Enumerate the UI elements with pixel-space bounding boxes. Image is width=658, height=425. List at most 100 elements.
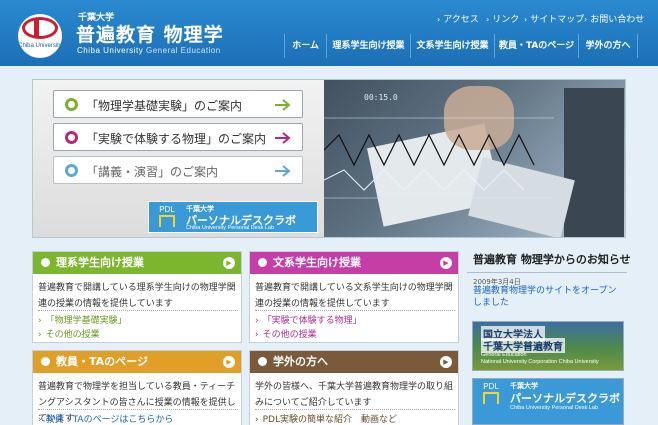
box-text: 学外の皆様へ、千葉大学普遍教育物理学の取り組みについてご紹介しています: [255, 382, 454, 408]
util-link-label: アクセス: [443, 15, 479, 25]
box-title: 理系学生向け授業: [56, 256, 144, 269]
arrow-icon: ›: [255, 415, 259, 425]
box-link[interactable]: › 「実験で体験する物理」: [255, 313, 362, 326]
box-header[interactable]: 学外の方へ ▶: [250, 351, 458, 373]
arrow-icon: ›: [437, 15, 441, 24]
banner-line2: 千葉大学普遍教育: [481, 338, 565, 353]
pdl-logo: PDL: [155, 205, 179, 231]
arrow-icon: ›: [486, 15, 490, 24]
photo-readout: 00:15.0: [364, 93, 398, 102]
arrow-icon: ›: [524, 15, 528, 24]
logo-text: Chiba University: [18, 43, 62, 49]
util-link-label: サイトマップ: [530, 15, 585, 25]
divider: [255, 409, 455, 410]
circle-icon: [65, 131, 78, 144]
box-text: 普遍教育で開講している文系学生向けの物理学関連の授業の情報を提供しています: [255, 283, 453, 309]
box-header[interactable]: 教員・TAのページ ▶: [33, 351, 241, 373]
box-link[interactable]: › PDL実験の簡単な紹介 動画など: [255, 412, 397, 425]
bullet-icon: [258, 357, 267, 366]
box-link-label: その他の授業: [45, 330, 100, 340]
box-link[interactable]: › その他の授業: [38, 327, 100, 340]
pdl-logo-text: PDL: [483, 382, 499, 391]
hero-button-label: 「実験で体験する物理」のご案内: [86, 132, 267, 146]
arrow-icon: ›: [38, 415, 42, 425]
hero-button-lectures[interactable]: 「講義・演習」のご案内: [53, 156, 303, 184]
pdl-icon: [483, 392, 499, 404]
site-title[interactable]: 普遍教育 物理学: [76, 20, 224, 47]
hero-photo: 00:15.0: [324, 80, 625, 237]
news-heading: 普遍教育 物理学からのお知らせ: [473, 253, 631, 266]
play-arrow-icon: ▶: [223, 257, 235, 269]
pdl-english: Chiba University Personal Desk Lab: [510, 405, 599, 411]
divider: [38, 310, 238, 311]
bullet-icon: [41, 258, 50, 267]
box-header[interactable]: 理系学生向け授業 ▶: [33, 252, 241, 274]
hero-button-basic-experiments[interactable]: 「物理学基礎実験」のご案内: [53, 90, 303, 118]
right-arrow-icon: [275, 132, 291, 144]
nav-science-courses[interactable]: 理系学生向け授業: [326, 34, 410, 58]
arrow-icon: ›: [38, 330, 42, 340]
science-courses-box: 理系学生向け授業 ▶ 普遍教育で開講している理系学生向けの物理学関連の授業の情報を…: [32, 251, 242, 343]
right-arrow-icon: [275, 165, 291, 177]
nav-home[interactable]: ホーム: [284, 34, 326, 58]
play-arrow-icon: ▶: [223, 356, 235, 368]
faculty-ta-box: 教員・TAのページ ▶ 普遍教育で物理学を担当している教員・ティーチングアシスタン…: [32, 350, 242, 425]
bullet-icon: [258, 258, 267, 267]
circle-icon: [65, 164, 78, 177]
pdl-title: パーソナルデスクラボ: [510, 392, 620, 405]
nav-faculty-ta[interactable]: 教員・TAのページ: [494, 34, 578, 58]
nav-public[interactable]: 学外の方へ: [578, 34, 638, 58]
arrow-icon: ›: [255, 330, 259, 340]
pdl-banner[interactable]: PDL 千葉大学 パーソナルデスクラボ Chiba University Per…: [148, 201, 318, 233]
box-link-label: 「物理学基礎実験」: [45, 316, 127, 326]
box-link-label: PDL実験の簡単な紹介 動画など: [262, 415, 397, 425]
hero-button-label: 「講義・演習」のご案内: [86, 165, 219, 179]
waveform-graphic: 00:15.0: [324, 93, 554, 199]
divider: [255, 310, 455, 311]
box-title: 学外の方へ: [273, 355, 328, 368]
nav-humanities-courses[interactable]: 文系学生向け授業: [410, 34, 494, 58]
box-link-label: 教員・TAのページはこちらから: [45, 415, 174, 425]
pdl-logo: PDL: [479, 382, 503, 408]
hero-button-experience-physics[interactable]: 「実験で体験する物理」のご案内: [53, 123, 303, 151]
hero-button-label: 「物理学基礎実験」のご案内: [86, 99, 243, 113]
box-title: 教員・TAのページ: [56, 355, 148, 368]
news-divider: [467, 272, 627, 273]
play-arrow-icon: ▶: [440, 356, 452, 368]
box-link[interactable]: › 教員・TAのページはこちらから: [38, 412, 173, 425]
box-link[interactable]: › 「物理学基礎実験」: [38, 313, 127, 326]
site-subtitle: Chiba University General Education: [77, 46, 221, 55]
box-header[interactable]: 文系学生向け授業 ▶: [250, 252, 458, 274]
pdl-english: Chiba University Personal Desk Lab: [186, 225, 275, 231]
box-link[interactable]: › その他の授業: [255, 327, 317, 340]
box-text: 普遍教育で開講している理系学生向けの物理学関連の授業の情報を提供しています: [38, 283, 236, 309]
util-link-sitemap[interactable]: › サイトマップ: [524, 12, 584, 25]
general-education-banner[interactable]: 国立大学法人 千葉大学普遍教育 General Education Nation…: [472, 321, 624, 371]
subtitle-en-general: General Education: [145, 46, 221, 55]
humanities-courses-box: 文系学生向け授業 ▶ 普遍教育で開講している文系学生向けの物理学関連の授業の情報を…: [249, 251, 459, 343]
pdl-icon: [159, 215, 175, 227]
subtitle-en: Chiba University: [77, 46, 144, 55]
util-link-contact[interactable]: › お問い合わせ: [584, 12, 644, 25]
pdl-side-banner[interactable]: PDL 千葉大学 パーソナルデスクラボ Chiba University Per…: [472, 378, 624, 425]
util-link-label: リンク: [492, 15, 520, 25]
hero-panel: 00:15.0 「物理学基礎実験」のご案内 「実験で体験する物理」のご案内 「講…: [32, 79, 626, 238]
banner-en2: National University Corporation Chiba Un…: [481, 359, 599, 365]
site-header: Chiba University 千葉大学 普遍教育 物理学 Chiba Uni…: [0, 0, 658, 66]
news-link[interactable]: 普遍教育物理学のサイトをオープンしました: [473, 285, 623, 309]
banner-en1: General Education: [481, 352, 527, 358]
util-link-links[interactable]: › リンク: [486, 12, 519, 25]
play-arrow-icon: ▶: [440, 257, 452, 269]
divider: [38, 409, 238, 410]
box-title: 文系学生向け授業: [273, 256, 361, 269]
pdl-logo-text: PDL: [159, 205, 175, 214]
arrow-icon: ›: [38, 316, 42, 326]
circle-icon: [65, 98, 78, 111]
box-link-label: 「実験で体験する物理」: [262, 316, 362, 326]
university-logo[interactable]: Chiba University: [18, 14, 62, 58]
bullet-icon: [41, 357, 50, 366]
public-box: 学外の方へ ▶ 学外の皆様へ、千葉大学普遍教育物理学の取り組みについてご紹介してい…: [249, 350, 459, 425]
util-link-access[interactable]: › アクセス: [437, 12, 479, 25]
util-link-label: お問い合わせ: [590, 15, 645, 25]
arrow-icon: ›: [584, 15, 588, 24]
